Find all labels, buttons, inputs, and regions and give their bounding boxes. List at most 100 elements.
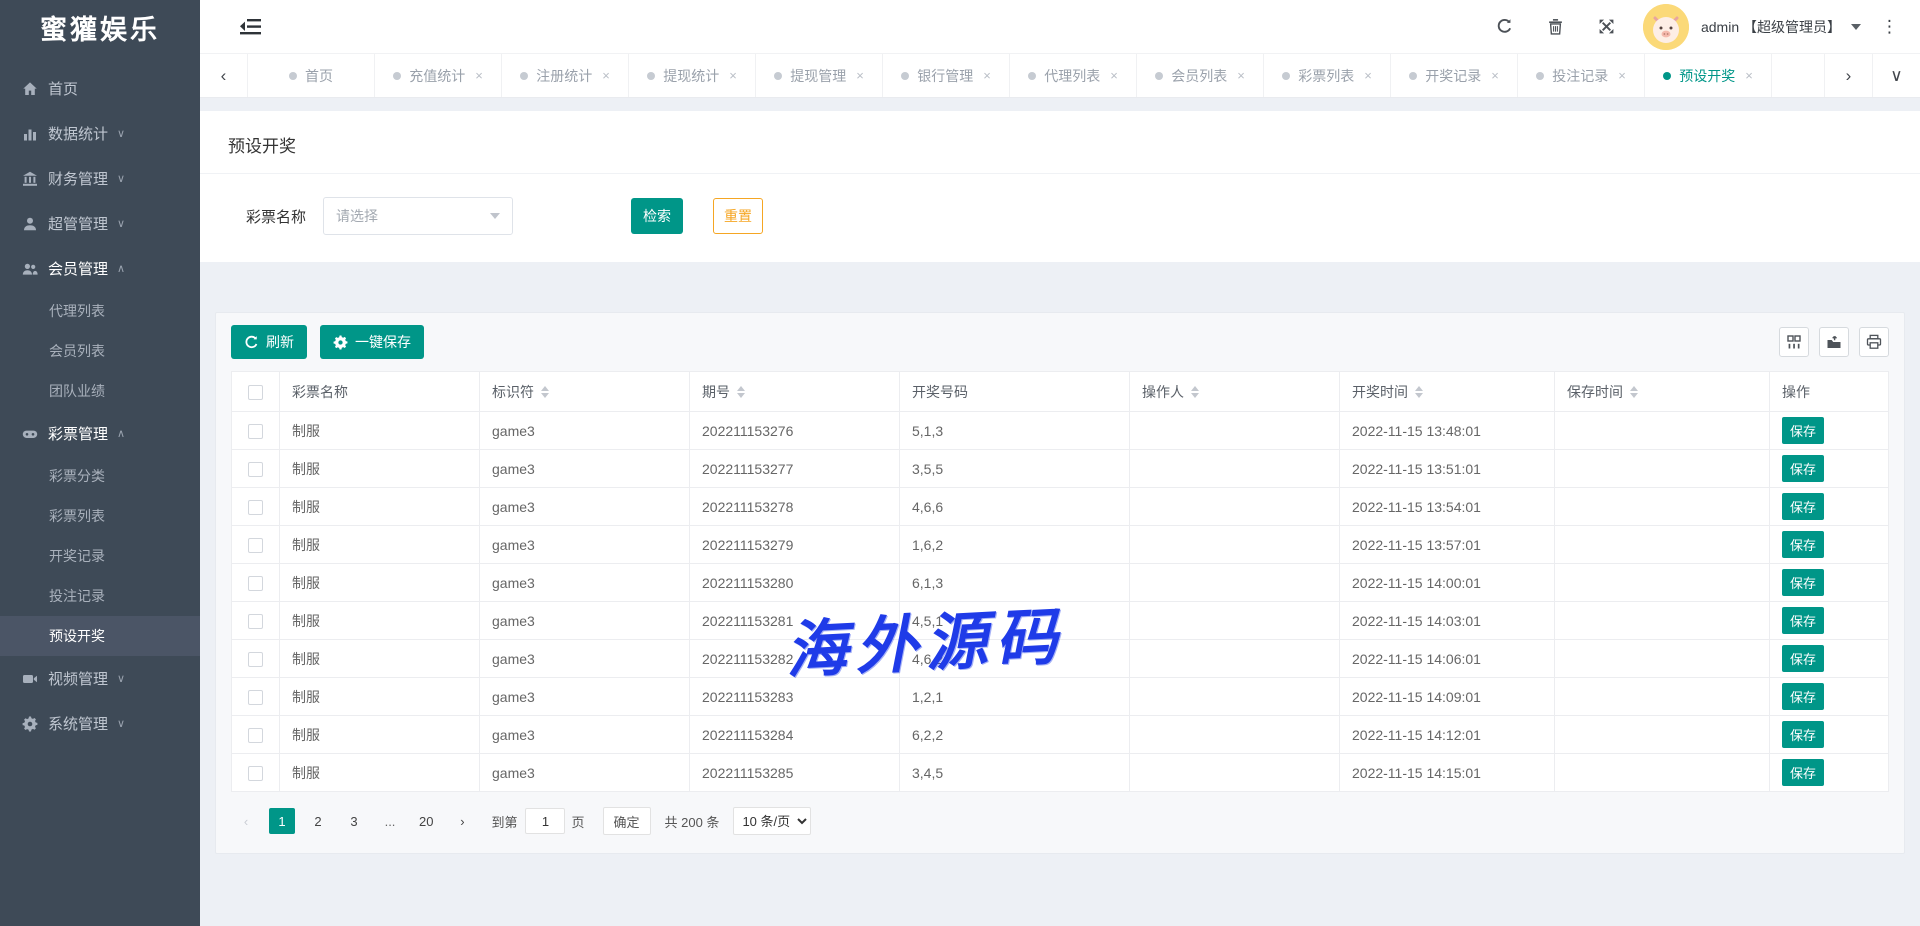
- sidebar-item[interactable]: 会员管理∧: [0, 246, 200, 291]
- reset-button[interactable]: 重置: [713, 198, 763, 234]
- tab[interactable]: 预设开奖×: [1645, 54, 1772, 97]
- row-checkbox[interactable]: [248, 576, 263, 591]
- tabs-menu-button[interactable]: ∨: [1872, 54, 1920, 97]
- sidebar-subitem[interactable]: 预设开奖: [0, 616, 200, 656]
- jump-page-input[interactable]: [525, 808, 565, 834]
- sidebar-item-label: 视频管理: [48, 668, 108, 689]
- sidebar-subitem[interactable]: 开奖记录: [0, 536, 200, 576]
- refresh-button[interactable]: 刷新: [231, 325, 307, 359]
- data-table: 彩票名称标识符期号开奖号码操作人开奖时间保存时间操作 制服game3202211…: [231, 371, 1889, 792]
- close-icon[interactable]: ×: [1491, 68, 1499, 83]
- close-icon[interactable]: ×: [602, 68, 610, 83]
- sidebar-item[interactable]: 首页: [0, 66, 200, 111]
- trash-icon[interactable]: [1547, 18, 1564, 35]
- sort-icon[interactable]: [1415, 386, 1423, 398]
- chevron-down-icon: ∨: [117, 217, 125, 230]
- save-button[interactable]: 保存: [1782, 683, 1824, 710]
- page-number[interactable]: 2: [305, 808, 331, 834]
- close-icon[interactable]: ×: [1237, 68, 1245, 83]
- tab[interactable]: 银行管理×: [883, 54, 1010, 97]
- close-icon[interactable]: ×: [729, 68, 737, 83]
- print-icon[interactable]: [1859, 327, 1889, 357]
- sidebar-subitem[interactable]: 团队业绩: [0, 371, 200, 411]
- close-icon[interactable]: ×: [1745, 68, 1753, 83]
- menu-collapse-icon[interactable]: [240, 18, 262, 36]
- save-button[interactable]: 保存: [1782, 493, 1824, 520]
- export-icon[interactable]: [1819, 327, 1849, 357]
- save-button[interactable]: 保存: [1782, 607, 1824, 634]
- prev-page-button[interactable]: ‹: [233, 808, 259, 834]
- tabs-scroll-left-button[interactable]: ‹: [200, 54, 248, 97]
- sidebar-subitem[interactable]: 会员列表: [0, 331, 200, 371]
- row-checkbox[interactable]: [248, 538, 263, 553]
- cell-draw_time: 2022-11-15 13:57:01: [1340, 526, 1555, 564]
- tab[interactable]: 彩票列表×: [1264, 54, 1391, 97]
- sidebar-subitem[interactable]: 彩票分类: [0, 456, 200, 496]
- save-all-button[interactable]: 一键保存: [320, 325, 424, 359]
- tab[interactable]: 会员列表×: [1137, 54, 1264, 97]
- save-button[interactable]: 保存: [1782, 531, 1824, 558]
- username[interactable]: admin 【超级管理员】: [1701, 17, 1841, 37]
- close-icon[interactable]: ×: [983, 68, 991, 83]
- search-button[interactable]: 检索: [631, 198, 683, 234]
- columns-icon[interactable]: [1779, 327, 1809, 357]
- tabs-scroll-right-button[interactable]: ›: [1824, 54, 1872, 97]
- more-menu-icon[interactable]: ⋮: [1881, 17, 1898, 37]
- sidebar-subitem[interactable]: 代理列表: [0, 291, 200, 331]
- close-icon[interactable]: ×: [1364, 68, 1372, 83]
- page-number[interactable]: 20: [413, 808, 439, 834]
- close-icon[interactable]: ×: [1618, 68, 1626, 83]
- save-button[interactable]: 保存: [1782, 759, 1824, 786]
- page-number[interactable]: 3: [341, 808, 367, 834]
- sort-icon[interactable]: [541, 386, 549, 398]
- sidebar-subitem[interactable]: 投注记录: [0, 576, 200, 616]
- sidebar-item[interactable]: 彩票管理∧: [0, 411, 200, 456]
- row-checkbox[interactable]: [248, 462, 263, 477]
- save-button[interactable]: 保存: [1782, 645, 1824, 672]
- row-checkbox[interactable]: [248, 652, 263, 667]
- tab[interactable]: 提现管理×: [756, 54, 883, 97]
- save-button[interactable]: 保存: [1782, 721, 1824, 748]
- row-checkbox[interactable]: [248, 500, 263, 515]
- total-count: 共 200 条: [665, 812, 720, 831]
- row-checkbox[interactable]: [248, 614, 263, 629]
- close-icon[interactable]: ×: [475, 68, 483, 83]
- fullscreen-icon[interactable]: [1598, 18, 1615, 35]
- save-button[interactable]: 保存: [1782, 417, 1824, 444]
- row-checkbox[interactable]: [248, 690, 263, 705]
- select-all-checkbox[interactable]: [248, 385, 263, 400]
- sidebar-item[interactable]: 财务管理∨: [0, 156, 200, 201]
- avatar[interactable]: [1643, 4, 1689, 50]
- lottery-name-select[interactable]: 请选择: [323, 197, 513, 235]
- page-size-select[interactable]: 10 条/页: [733, 807, 811, 835]
- tab[interactable]: 注册统计×: [502, 54, 629, 97]
- row-checkbox[interactable]: [248, 424, 263, 439]
- next-page-button[interactable]: ›: [449, 808, 475, 834]
- sidebar-subitem[interactable]: 彩票列表: [0, 496, 200, 536]
- page-number[interactable]: 1: [269, 808, 295, 834]
- sort-icon[interactable]: [1630, 386, 1638, 398]
- save-button[interactable]: 保存: [1782, 455, 1824, 482]
- tab-dot-icon: [774, 72, 782, 80]
- sidebar-item[interactable]: 视频管理∨: [0, 656, 200, 701]
- tab[interactable]: 首页: [248, 54, 375, 97]
- sort-icon[interactable]: [737, 386, 745, 398]
- tab[interactable]: 提现统计×: [629, 54, 756, 97]
- tab[interactable]: 投注记录×: [1518, 54, 1645, 97]
- sort-icon[interactable]: [1191, 386, 1199, 398]
- sidebar-item[interactable]: 超管管理∨: [0, 201, 200, 246]
- tab[interactable]: 代理列表×: [1010, 54, 1137, 97]
- sidebar-item[interactable]: 系统管理∨: [0, 701, 200, 746]
- chevron-down-icon[interactable]: [1851, 24, 1861, 35]
- tab[interactable]: 开奖记录×: [1391, 54, 1518, 97]
- refresh-icon[interactable]: [1496, 18, 1513, 35]
- confirm-button[interactable]: 确定: [603, 807, 651, 835]
- row-checkbox[interactable]: [248, 728, 263, 743]
- close-icon[interactable]: ×: [856, 68, 864, 83]
- save-button[interactable]: 保存: [1782, 569, 1824, 596]
- row-checkbox[interactable]: [248, 766, 263, 781]
- close-icon[interactable]: ×: [1110, 68, 1118, 83]
- sidebar-item[interactable]: 数据统计∨: [0, 111, 200, 156]
- tab-dot-icon: [1409, 72, 1417, 80]
- tab[interactable]: 充值统计×: [375, 54, 502, 97]
